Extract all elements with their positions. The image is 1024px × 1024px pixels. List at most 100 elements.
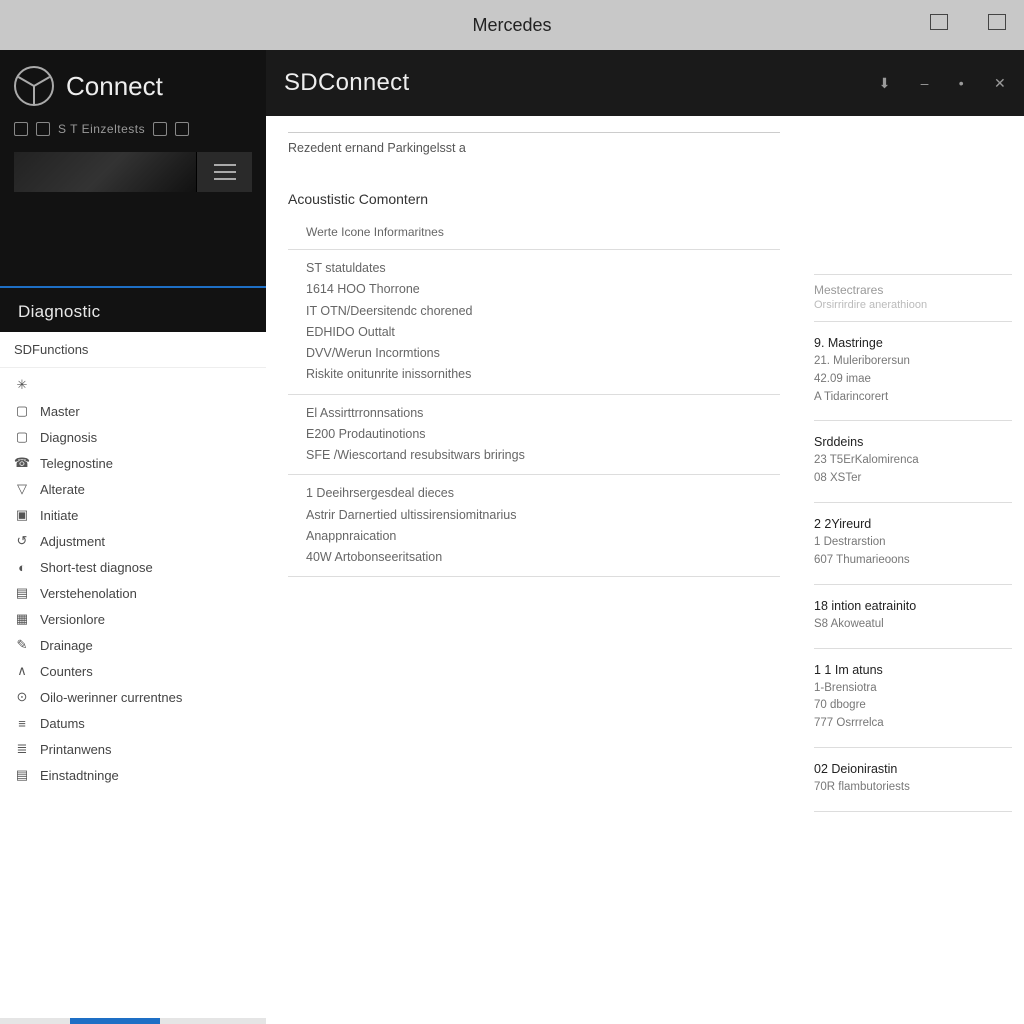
lines-icon: ≡ [14,715,30,731]
tool-icon[interactable] [36,122,50,136]
right-line: 21. Muleriborersun [814,353,1012,371]
sidebar: Connect S T Einzeltests Diagnostic SDFun… [0,50,266,1024]
grid-icon: ▤ [14,767,30,783]
right-line: 1-Brensiotra [814,680,1012,698]
content-block: El Assirttrronnsations E200 Prodautinoti… [288,394,780,475]
nav-item[interactable]: ▢ Master [0,398,266,424]
window-titlebar: Mercedes [0,0,1024,50]
tool-row: S T Einzeltests [0,122,266,146]
triangle-down-icon: ▽ [14,481,30,497]
right-line: S8 Akoweatul [814,616,1012,634]
vehicle-card-button[interactable] [196,152,252,192]
main-area: SDConnect ⬇ – • ✕ Rezedent ernand Parkin… [266,50,1024,1024]
target-icon: ⊙ [14,689,30,705]
rule [814,584,1012,585]
right-line: 1 Destrarstion [814,534,1012,552]
right-line: 23 T5ErKalomirenca [814,452,1012,470]
maximize-icon[interactable] [988,14,1006,30]
rule [814,648,1012,649]
nav-label: Master [40,404,80,419]
content-row: Anappnraication [306,526,780,547]
nav-item[interactable]: ↺Adjustment [0,528,266,554]
nav-item[interactable]: ▦ Versionlore [0,606,266,632]
nav-label: Drainage [40,638,93,653]
content-wrap: Rezedent ernand Parkingelsst a Acoustist… [266,116,1024,1024]
nav-panel-head: SDFunctions [0,332,266,368]
right-group[interactable]: 9. Mastringe 21. Muleriborersun 42.09 im… [814,330,1012,412]
minimize-icon[interactable] [930,14,948,30]
progress-bar [0,1018,266,1024]
brand: Connect [0,50,266,122]
nav-item[interactable]: ☎Telegnostine [0,450,266,476]
grid-icon: ▦ [14,611,30,627]
nav-label: Short-test diagnose [40,560,153,575]
content-subhead: Acoustistic Comontern [288,191,780,207]
content-block: 1 Deeihrsergesdeal dieces Astrir Darnert… [288,474,780,577]
right-group[interactable]: 1 1 Im atuns 1-Brensiotra 70 dbogre 777 … [814,657,1012,739]
right-title: Srddeins [814,435,1012,449]
pencil-icon: ✎ [14,637,30,653]
nav-item[interactable]: ▽ Alterate [0,476,266,502]
content-row: DVV/Werun Incormtions [306,343,780,364]
tool-icon[interactable] [175,122,189,136]
square-icon: ▢ [14,403,30,419]
nav-label: Diagnosis [40,430,97,445]
vehicle-image [14,152,196,192]
vehicle-card[interactable] [14,152,252,192]
list-icon [214,164,236,180]
nav-item[interactable]: ▤Verstehenolation [0,580,266,606]
nav-label: Einstadtninge [40,768,119,783]
right-line: 70R flambutoriests [814,779,1012,797]
rule [814,502,1012,503]
nav-item[interactable]: ∧ Counters [0,658,266,684]
rule [814,274,1012,275]
nav-label: Initiate [40,508,78,523]
right-line: A Tidarincorert [814,389,1012,407]
lines-icon: ≣ [14,741,30,757]
nav-item[interactable]: ✎ Drainage [0,632,266,658]
right-title: 02 Deionirastin [814,762,1012,776]
nav-item[interactable]: ≣ Printanwens [0,736,266,762]
tool-icon[interactable] [153,122,167,136]
nav-item[interactable]: ▤ Einstadtninge [0,762,266,788]
right-group[interactable]: Srddeins 23 T5ErKalomirenca 08 XSTer [814,429,1012,494]
breadcrumb: Rezedent ernand Parkingelsst a [288,141,780,155]
nav-item[interactable]: ≡Datums [0,710,266,736]
content-row: SFE /Wiescortand resubsitwars brirings [306,445,780,466]
nav-item[interactable]: ✳ [0,372,266,398]
nav-label: Counters [40,664,93,679]
right-title: 9. Mastringe [814,336,1012,350]
content-left: Rezedent ernand Parkingelsst a Acoustist… [266,116,802,1024]
content-row: IT OTN/Deersitendc chorened [306,301,780,322]
close-icon[interactable]: ✕ [994,75,1006,92]
rule [288,132,780,133]
rule [814,420,1012,421]
nav-item[interactable]: ▣Initiate [0,502,266,528]
nav-panel: SDFunctions ✳ ▢ Master ▢ Diagnosis ☎Telegn… [0,332,266,1024]
caret-up-icon: ∧ [14,663,30,679]
nav-item[interactable]: ⊙ Oilo-werinner currentnes [0,684,266,710]
nav-label: Versionlore [40,612,105,627]
right-line: 777 Osrrrelca [814,715,1012,733]
header-actions: ⬇ – • ✕ [879,75,1006,92]
window-controls [930,14,1006,30]
right-title: 2 2Yireurd [814,517,1012,531]
nav-item[interactable]: ◐Short-test diagnose [0,554,266,580]
refresh-icon: ↺ [14,533,30,549]
tool-icon[interactable] [14,122,28,136]
nav-label: Oilo-werinner currentnes [40,690,182,705]
square-icon: ▢ [14,429,30,445]
right-group[interactable]: 18 intion eatrainito S8 Akoweatul [814,593,1012,640]
right-line: 42.09 imae [814,371,1012,389]
nav-label: Alterate [40,482,85,497]
right-group[interactable]: 2 2Yireurd 1 Destrarstion 607 Thumarieoo… [814,511,1012,576]
tool-row-label: S T Einzeltests [58,122,145,136]
download-icon[interactable]: ⬇ [879,75,891,92]
rule [814,811,1012,812]
right-group[interactable]: 02 Deionirastin 70R flambutoriests [814,756,1012,803]
brand-name: Connect [66,71,163,102]
dot-icon[interactable]: • [959,75,964,92]
nav-item[interactable]: ▢ Diagnosis [0,424,266,450]
nav-label: Printanwens [40,742,112,757]
minimize-action-icon[interactable]: – [921,75,929,92]
